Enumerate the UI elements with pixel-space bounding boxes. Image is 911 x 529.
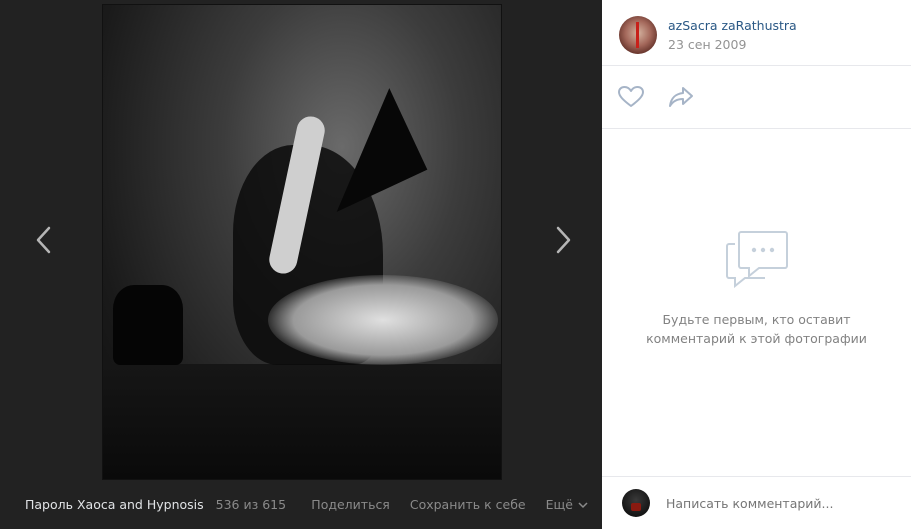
photo-boots [113,285,183,365]
next-photo-button[interactable] [553,222,573,258]
empty-comments: Будьте первым, кто оставит комментарий к… [602,230,911,348]
photo[interactable] [102,4,502,480]
author-name-link[interactable]: azSacra zaRathustra [668,18,797,33]
prev-photo-button[interactable] [34,222,54,258]
photo-counter: 536 из 615 [215,497,287,512]
author-avatar[interactable] [619,16,657,54]
empty-comments-text: Будьте первым, кто оставит комментарий к… [602,310,911,348]
album-title-link[interactable]: Пароль Хаоса and Hypnosis [25,497,204,512]
photo-bottom-bar: Пароль Хаоса and Hypnosis 536 из 615 Под… [0,480,602,529]
post-date[interactable]: 23 сен 2009 [668,37,797,52]
more-label: Ещё [545,497,573,512]
chevron-down-icon [578,502,588,509]
chevron-right-icon [556,226,571,254]
photo-dress [268,275,498,365]
like-button[interactable] [618,86,644,112]
chevron-left-icon [36,226,51,254]
share-arrow-icon [669,87,693,107]
comments-bubble-icon [725,231,788,288]
author-meta: azSacra zaRathustra 23 сен 2009 [668,18,797,52]
heart-icon [618,86,644,107]
divider [602,128,911,129]
photo-viewer: Пароль Хаоса and Hypnosis 536 из 615 Под… [0,0,602,529]
share-link[interactable]: Поделиться [311,497,390,512]
empty-comments-line2: комментарий к этой фотографии [646,331,867,346]
author-block: azSacra zaRathustra 23 сен 2009 [619,16,797,54]
divider [602,65,911,66]
save-link[interactable]: Сохранить к себе [410,497,526,512]
photo-actions: Поделиться Сохранить к себе Ещё [291,497,588,512]
comment-composer [602,477,911,529]
photo-floor [103,364,501,479]
empty-comments-line1: Будьте первым, кто оставит [662,312,851,327]
more-button[interactable]: Ещё [546,497,588,512]
comment-input[interactable] [666,495,886,511]
share-button[interactable] [668,86,694,112]
current-user-avatar [622,489,650,517]
photo-sidebar: azSacra zaRathustra 23 сен 2009 Будьте п… [602,0,911,529]
